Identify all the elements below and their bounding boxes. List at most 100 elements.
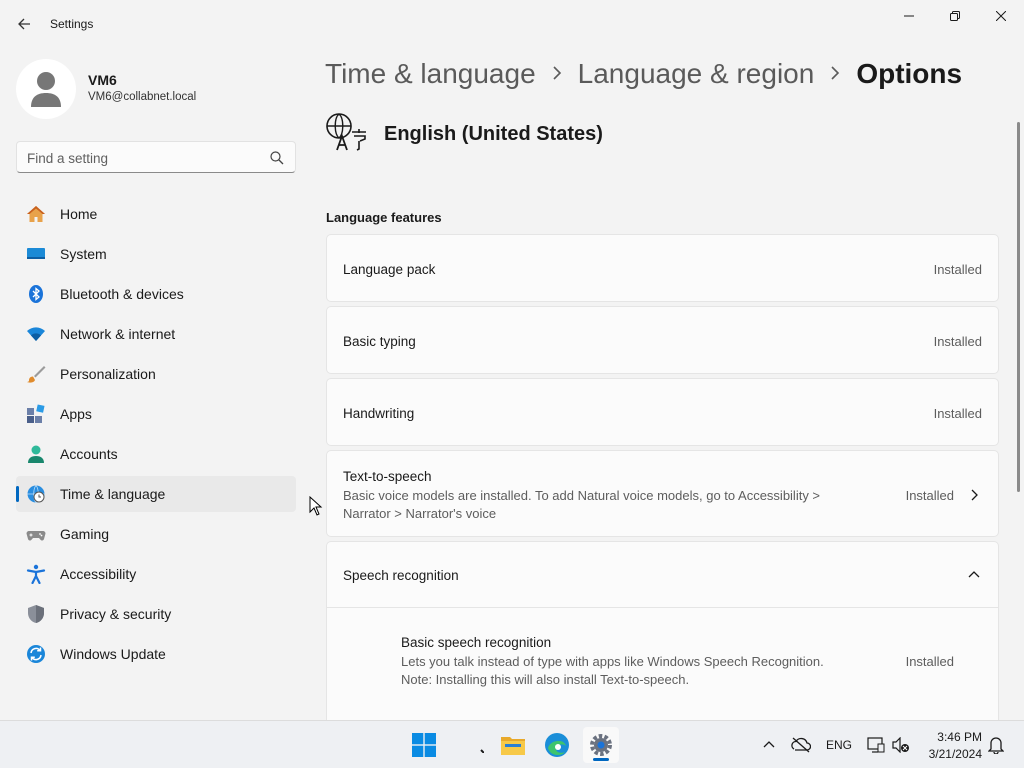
language-pack-card: Language pack Installed xyxy=(326,234,999,302)
search-box[interactable] xyxy=(16,141,296,173)
sidebar-item-privacy[interactable]: Privacy & security xyxy=(16,596,296,632)
speech-recognition-header[interactable]: Speech recognition xyxy=(327,542,998,608)
language-name: English (United States) xyxy=(384,123,603,145)
bluetooth-icon xyxy=(29,285,43,303)
sidebar-item-label: Accessibility xyxy=(60,566,137,582)
basic-typing-card: Basic typing Installed xyxy=(326,306,999,374)
minimize-icon xyxy=(904,15,914,17)
search-input[interactable] xyxy=(27,148,267,168)
chevron-right-icon xyxy=(971,489,978,501)
back-arrow-icon xyxy=(18,18,30,30)
sidebar-item-label: Home xyxy=(60,206,98,222)
close-button[interactable] xyxy=(978,0,1024,32)
accounts-icon xyxy=(28,445,44,463)
breadcrumb-chevron-icon xyxy=(552,64,562,85)
sidebar-item-network[interactable]: Network & internet xyxy=(16,316,296,352)
minimize-button[interactable] xyxy=(886,0,932,32)
bell-icon xyxy=(988,737,1004,754)
search-taskbar-icon xyxy=(480,749,484,753)
speech-recognition-card: Speech recognition Basic speech recognit… xyxy=(326,541,999,741)
input-language-indicator[interactable]: ENG xyxy=(826,738,852,752)
show-hidden-icons-button[interactable] xyxy=(759,735,779,755)
gamepad-icon xyxy=(26,531,46,541)
user-name: VM6 xyxy=(88,72,117,88)
shield-icon xyxy=(28,605,44,623)
basic-speech-recognition-description-line1: Lets you talk instead of type with apps … xyxy=(401,654,824,669)
section-title: Language features xyxy=(326,210,442,225)
wifi-icon xyxy=(27,327,45,341)
close-icon xyxy=(996,11,1006,21)
sidebar-item-label: Privacy & security xyxy=(60,606,172,622)
breadcrumb-chevron-icon xyxy=(830,64,840,85)
selection-indicator xyxy=(16,486,19,502)
chevron-up-icon[interactable] xyxy=(968,569,980,581)
content-scrollbar[interactable] xyxy=(1017,122,1020,492)
sidebar-item-label: Personalization xyxy=(60,366,156,382)
text-to-speech-card[interactable]: Text-to-speech Basic voice models are in… xyxy=(326,450,999,537)
page-title: Options xyxy=(856,58,963,89)
volume-button[interactable] xyxy=(891,735,911,755)
clock-date[interactable]: 3/21/2024 xyxy=(920,747,982,761)
text-to-speech-label: Text-to-speech xyxy=(343,469,432,484)
sidebar-item-apps[interactable]: Apps xyxy=(16,396,296,432)
sidebar-item-label: Time & language xyxy=(60,486,166,502)
sidebar-item-windows-update[interactable]: Windows Update xyxy=(16,636,296,672)
sidebar-item-time-language[interactable]: Time & language xyxy=(16,476,296,512)
file-explorer-icon xyxy=(501,737,525,755)
sidebar-item-label: System xyxy=(60,246,107,262)
sidebar-item-label: Apps xyxy=(60,406,92,422)
update-icon xyxy=(27,645,45,663)
taskbar-settings[interactable] xyxy=(583,727,619,763)
mouse-cursor-icon xyxy=(309,496,323,516)
handwriting-status: Installed xyxy=(933,406,982,421)
start-icon xyxy=(412,733,436,757)
monitor-icon xyxy=(867,737,885,753)
network-disconnected-icon xyxy=(791,737,811,753)
start-button[interactable] xyxy=(406,727,442,763)
sidebar-item-home[interactable]: Home xyxy=(16,196,296,232)
network-status-button[interactable] xyxy=(791,735,811,755)
sidebar-item-label: Network & internet xyxy=(60,326,176,342)
settings-icon xyxy=(590,734,612,756)
clock-time[interactable]: 3:46 PM xyxy=(926,730,982,744)
sidebar-item-personalization[interactable]: Personalization xyxy=(16,356,296,392)
globe-clock-icon xyxy=(27,485,45,503)
user-email: VM6@collabnet.local xyxy=(88,91,197,103)
taskbar-edge[interactable] xyxy=(539,727,575,763)
basic-speech-recognition-status: Installed xyxy=(905,654,954,669)
sidebar-item-bluetooth[interactable]: Bluetooth & devices xyxy=(16,276,296,312)
speech-recognition-label: Speech recognition xyxy=(343,568,459,583)
sidebar-item-accounts[interactable]: Accounts xyxy=(16,436,296,472)
chevron-up-icon xyxy=(763,741,775,748)
taskbar-search-button[interactable] xyxy=(458,727,494,763)
restore-icon xyxy=(950,11,960,21)
title-bar: Settings xyxy=(0,0,1024,48)
breadcrumb: Time & language Language & region Option… xyxy=(325,58,962,90)
basic-speech-recognition-description-line2: Note: Installing this will also install … xyxy=(401,672,690,687)
taskbar: ENG 3:46 PM 3/21/2024 xyxy=(0,720,1024,768)
sidebar-item-gaming[interactable]: Gaming xyxy=(16,516,296,552)
display-status-button[interactable] xyxy=(866,735,886,755)
sidebar-item-label: Accounts xyxy=(60,446,118,462)
breadcrumb-time-language[interactable]: Time & language xyxy=(325,58,536,90)
text-to-speech-status: Installed xyxy=(905,488,954,503)
app-title: Settings xyxy=(50,17,94,31)
language-pack-status: Installed xyxy=(933,262,982,277)
language-icon xyxy=(326,113,366,151)
volume-muted-icon xyxy=(892,737,909,753)
language-pack-label: Language pack xyxy=(343,262,436,277)
sidebar-item-label: Gaming xyxy=(60,526,110,542)
sidebar-item-accessibility[interactable]: Accessibility xyxy=(16,556,296,592)
sidebar-item-system[interactable]: System xyxy=(16,236,296,272)
accessibility-icon xyxy=(26,564,46,584)
avatar[interactable] xyxy=(16,59,76,119)
notifications-button[interactable] xyxy=(986,735,1006,755)
search-icon[interactable] xyxy=(269,150,285,166)
back-button[interactable] xyxy=(10,10,38,38)
taskbar-file-explorer[interactable] xyxy=(495,727,531,763)
breadcrumb-language-region[interactable]: Language & region xyxy=(578,58,815,90)
handwriting-card: Handwriting Installed xyxy=(326,378,999,446)
text-to-speech-description-line2: Narrator > Narrator's voice xyxy=(343,506,497,521)
restore-button[interactable] xyxy=(932,0,978,32)
handwriting-label: Handwriting xyxy=(343,406,415,421)
